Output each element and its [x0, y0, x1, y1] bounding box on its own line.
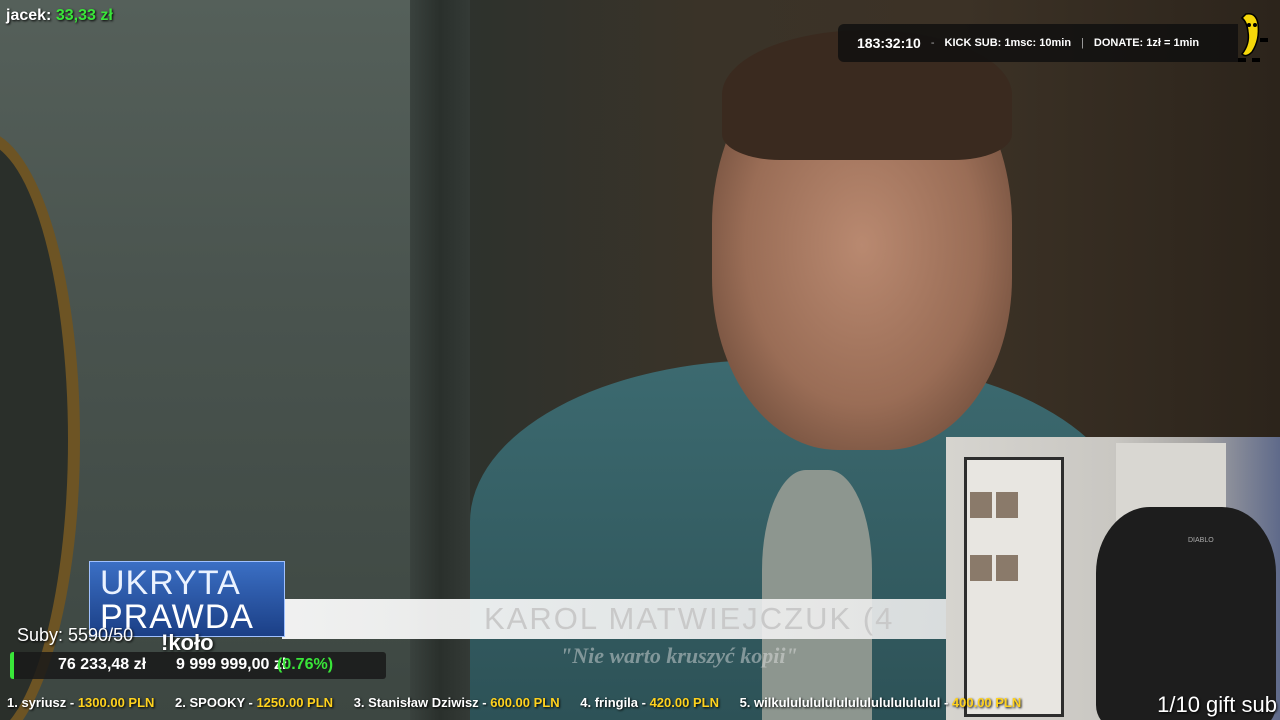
ticker-item: 1. syriusz - 1300.00 PLN	[7, 692, 154, 714]
goal-raised: 76 233,48 zł	[58, 656, 147, 673]
donor-amount: 33,33 zł	[55, 7, 113, 24]
ticker-name: 1. syriusz -	[7, 695, 78, 710]
webcam-photo	[970, 492, 992, 518]
stream-timer: 183:32:10	[857, 35, 921, 51]
dancing-banana-icon	[1238, 12, 1268, 62]
ticker-value: 1250.00 PLN	[256, 695, 334, 710]
ticker-value: 400.00 PLN	[951, 695, 1022, 710]
donor-name: jacek:	[6, 7, 52, 24]
kick-sub-info: KICK SUB: 1msc: 10min	[944, 37, 1072, 49]
person-tshirt	[762, 470, 872, 720]
ticker-value: 600.00 PLN	[490, 695, 560, 710]
ticker-value: 1300.00 PLN	[77, 695, 155, 710]
sub-counter: Suby: 5590/50	[17, 625, 134, 645]
ticker-name: 5. wilkulululululululululululululul -	[739, 695, 952, 710]
donation-goal-bar: 76 233,48 zł 9 999 999,00 zł (0.76%)	[10, 652, 386, 679]
gaming-chair	[1096, 507, 1276, 720]
lower-third-name: KAROL MATWIEJCZUK (4	[484, 601, 895, 636]
webcam-photo	[996, 492, 1018, 518]
ticker-item: 5. wilkulululululululululululululul - 40…	[740, 692, 1022, 714]
webcam-photo	[996, 555, 1018, 581]
donate-info: DONATE: 1zł = 1min	[1093, 37, 1200, 49]
separator: -	[930, 37, 935, 49]
last-donor: jacek: 33,33 zł	[6, 7, 113, 25]
ticker-value: 420.00 PLN	[649, 695, 719, 710]
lower-third-quote: "Nie warto kruszyć kopii"	[560, 643, 798, 668]
ticker-name: 3. Stanisław Dziwisz -	[353, 695, 491, 710]
ticker-item: 4. fringila - 420.00 PLN	[580, 692, 719, 714]
top-donors-ticker: 1. syriusz - 1300.00 PLN 2. SPOOKY - 125…	[0, 692, 1280, 716]
webcam-feed: DIABLO 1/10 gift sub	[946, 437, 1280, 720]
ticker-name: 4. fringila -	[580, 695, 650, 710]
goal-target: 9 999 999,00 zł	[176, 656, 287, 673]
chair-brand: DIABLO	[1188, 537, 1214, 544]
webcam-photo	[970, 555, 992, 581]
ticker-item: 3. Stanisław Dziwisz - 600.00 PLN	[354, 692, 560, 714]
ticker-name: 2. SPOOKY -	[175, 695, 257, 710]
stream-info-bar: 183:32:10 - KICK SUB: 1msc: 10min | DONA…	[838, 24, 1238, 62]
goal-percent: (0.76%)	[277, 656, 334, 673]
separator: |	[1081, 37, 1084, 49]
ticker-item: 2. SPOOKY - 1250.00 PLN	[175, 692, 333, 714]
